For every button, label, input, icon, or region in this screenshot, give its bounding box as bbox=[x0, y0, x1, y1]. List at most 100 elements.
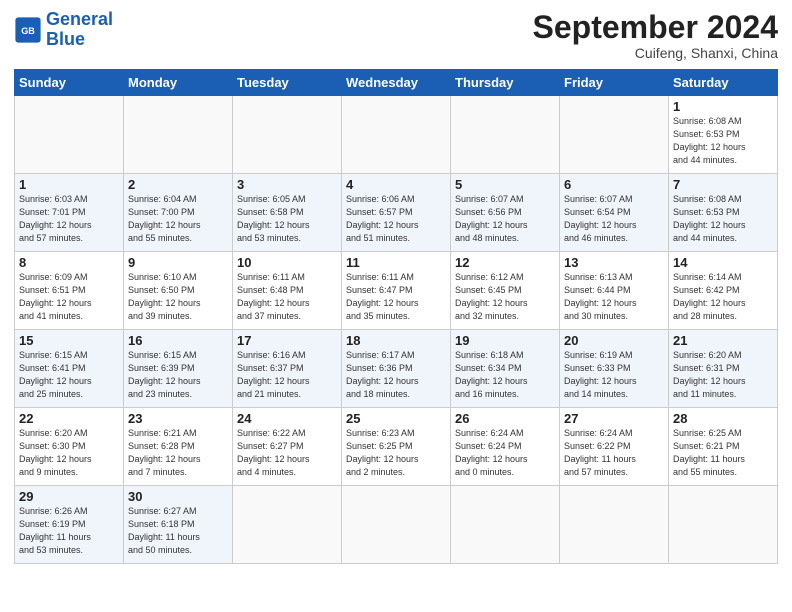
calendar-cell: 30Sunrise: 6:27 AMSunset: 6:18 PMDayligh… bbox=[124, 486, 233, 564]
calendar-cell: 1Sunrise: 6:03 AMSunset: 7:01 PMDaylight… bbox=[15, 174, 124, 252]
calendar-cell: 27Sunrise: 6:24 AMSunset: 6:22 PMDayligh… bbox=[560, 408, 669, 486]
calendar-cell: 19Sunrise: 6:18 AMSunset: 6:34 PMDayligh… bbox=[451, 330, 560, 408]
day-number: 21 bbox=[673, 333, 773, 348]
location: Cuifeng, Shanxi, China bbox=[533, 45, 778, 61]
calendar-container: GB GeneralBlue September 2024 Cuifeng, S… bbox=[0, 0, 792, 572]
cell-info: Sunrise: 6:11 AMSunset: 6:48 PMDaylight:… bbox=[237, 271, 337, 323]
cell-info: Sunrise: 6:07 AMSunset: 6:56 PMDaylight:… bbox=[455, 193, 555, 245]
calendar-cell: 1Sunrise: 6:08 AMSunset: 6:53 PMDaylight… bbox=[669, 96, 778, 174]
day-header-sunday: Sunday bbox=[15, 70, 124, 96]
day-number: 20 bbox=[564, 333, 664, 348]
cell-info: Sunrise: 6:08 AMSunset: 6:53 PMDaylight:… bbox=[673, 193, 773, 245]
day-header-tuesday: Tuesday bbox=[233, 70, 342, 96]
cell-info: Sunrise: 6:21 AMSunset: 6:28 PMDaylight:… bbox=[128, 427, 228, 479]
cell-info: Sunrise: 6:15 AMSunset: 6:39 PMDaylight:… bbox=[128, 349, 228, 401]
cell-info: Sunrise: 6:14 AMSunset: 6:42 PMDaylight:… bbox=[673, 271, 773, 323]
logo-icon: GB bbox=[14, 16, 42, 44]
day-number: 6 bbox=[564, 177, 664, 192]
day-number: 19 bbox=[455, 333, 555, 348]
cell-info: Sunrise: 6:05 AMSunset: 6:58 PMDaylight:… bbox=[237, 193, 337, 245]
cell-info: Sunrise: 6:11 AMSunset: 6:47 PMDaylight:… bbox=[346, 271, 446, 323]
calendar-cell: 18Sunrise: 6:17 AMSunset: 6:36 PMDayligh… bbox=[342, 330, 451, 408]
calendar-cell: 7Sunrise: 6:08 AMSunset: 6:53 PMDaylight… bbox=[669, 174, 778, 252]
calendar-cell bbox=[451, 486, 560, 564]
calendar-cell: 11Sunrise: 6:11 AMSunset: 6:47 PMDayligh… bbox=[342, 252, 451, 330]
day-number: 14 bbox=[673, 255, 773, 270]
day-number: 23 bbox=[128, 411, 228, 426]
day-number: 29 bbox=[19, 489, 119, 504]
calendar-cell: 12Sunrise: 6:12 AMSunset: 6:45 PMDayligh… bbox=[451, 252, 560, 330]
day-header-saturday: Saturday bbox=[669, 70, 778, 96]
calendar-cell bbox=[560, 96, 669, 174]
calendar-cell: 26Sunrise: 6:24 AMSunset: 6:24 PMDayligh… bbox=[451, 408, 560, 486]
cell-info: Sunrise: 6:20 AMSunset: 6:31 PMDaylight:… bbox=[673, 349, 773, 401]
day-number: 2 bbox=[128, 177, 228, 192]
day-number: 7 bbox=[673, 177, 773, 192]
calendar-cell: 17Sunrise: 6:16 AMSunset: 6:37 PMDayligh… bbox=[233, 330, 342, 408]
day-number: 4 bbox=[346, 177, 446, 192]
cell-info: Sunrise: 6:19 AMSunset: 6:33 PMDaylight:… bbox=[564, 349, 664, 401]
calendar-cell: 16Sunrise: 6:15 AMSunset: 6:39 PMDayligh… bbox=[124, 330, 233, 408]
calendar-cell: 9Sunrise: 6:10 AMSunset: 6:50 PMDaylight… bbox=[124, 252, 233, 330]
cell-info: Sunrise: 6:08 AMSunset: 6:53 PMDaylight:… bbox=[673, 115, 773, 167]
calendar-cell: 3Sunrise: 6:05 AMSunset: 6:58 PMDaylight… bbox=[233, 174, 342, 252]
calendar-cell bbox=[342, 486, 451, 564]
cell-info: Sunrise: 6:04 AMSunset: 7:00 PMDaylight:… bbox=[128, 193, 228, 245]
calendar-cell: 10Sunrise: 6:11 AMSunset: 6:48 PMDayligh… bbox=[233, 252, 342, 330]
cell-info: Sunrise: 6:09 AMSunset: 6:51 PMDaylight:… bbox=[19, 271, 119, 323]
cell-info: Sunrise: 6:27 AMSunset: 6:18 PMDaylight:… bbox=[128, 505, 228, 557]
day-number: 13 bbox=[564, 255, 664, 270]
calendar-cell bbox=[124, 96, 233, 174]
day-number: 5 bbox=[455, 177, 555, 192]
cell-info: Sunrise: 6:16 AMSunset: 6:37 PMDaylight:… bbox=[237, 349, 337, 401]
calendar-cell: 28Sunrise: 6:25 AMSunset: 6:21 PMDayligh… bbox=[669, 408, 778, 486]
calendar-cell bbox=[669, 486, 778, 564]
day-number: 17 bbox=[237, 333, 337, 348]
cell-info: Sunrise: 6:06 AMSunset: 6:57 PMDaylight:… bbox=[346, 193, 446, 245]
day-header-thursday: Thursday bbox=[451, 70, 560, 96]
calendar-cell: 29Sunrise: 6:26 AMSunset: 6:19 PMDayligh… bbox=[15, 486, 124, 564]
day-number: 12 bbox=[455, 255, 555, 270]
logo-text: GeneralBlue bbox=[46, 10, 113, 50]
logo: GB GeneralBlue bbox=[14, 10, 113, 50]
day-number: 15 bbox=[19, 333, 119, 348]
title-area: September 2024 Cuifeng, Shanxi, China bbox=[533, 10, 778, 61]
cell-info: Sunrise: 6:18 AMSunset: 6:34 PMDaylight:… bbox=[455, 349, 555, 401]
calendar-cell: 24Sunrise: 6:22 AMSunset: 6:27 PMDayligh… bbox=[233, 408, 342, 486]
calendar-cell: 4Sunrise: 6:06 AMSunset: 6:57 PMDaylight… bbox=[342, 174, 451, 252]
calendar-cell: 6Sunrise: 6:07 AMSunset: 6:54 PMDaylight… bbox=[560, 174, 669, 252]
calendar-cell bbox=[233, 96, 342, 174]
svg-text:GB: GB bbox=[21, 26, 35, 36]
day-number: 1 bbox=[673, 99, 773, 114]
day-number: 9 bbox=[128, 255, 228, 270]
cell-info: Sunrise: 6:22 AMSunset: 6:27 PMDaylight:… bbox=[237, 427, 337, 479]
day-number: 24 bbox=[237, 411, 337, 426]
day-number: 1 bbox=[19, 177, 119, 192]
calendar-cell: 21Sunrise: 6:20 AMSunset: 6:31 PMDayligh… bbox=[669, 330, 778, 408]
calendar-cell bbox=[560, 486, 669, 564]
calendar-cell: 8Sunrise: 6:09 AMSunset: 6:51 PMDaylight… bbox=[15, 252, 124, 330]
calendar-cell bbox=[342, 96, 451, 174]
day-number: 18 bbox=[346, 333, 446, 348]
day-number: 30 bbox=[128, 489, 228, 504]
calendar-cell: 15Sunrise: 6:15 AMSunset: 6:41 PMDayligh… bbox=[15, 330, 124, 408]
cell-info: Sunrise: 6:17 AMSunset: 6:36 PMDaylight:… bbox=[346, 349, 446, 401]
cell-info: Sunrise: 6:13 AMSunset: 6:44 PMDaylight:… bbox=[564, 271, 664, 323]
calendar-cell: 22Sunrise: 6:20 AMSunset: 6:30 PMDayligh… bbox=[15, 408, 124, 486]
calendar-cell: 2Sunrise: 6:04 AMSunset: 7:00 PMDaylight… bbox=[124, 174, 233, 252]
cell-info: Sunrise: 6:12 AMSunset: 6:45 PMDaylight:… bbox=[455, 271, 555, 323]
calendar-cell: 20Sunrise: 6:19 AMSunset: 6:33 PMDayligh… bbox=[560, 330, 669, 408]
cell-info: Sunrise: 6:20 AMSunset: 6:30 PMDaylight:… bbox=[19, 427, 119, 479]
day-number: 26 bbox=[455, 411, 555, 426]
cell-info: Sunrise: 6:23 AMSunset: 6:25 PMDaylight:… bbox=[346, 427, 446, 479]
day-number: 25 bbox=[346, 411, 446, 426]
cell-info: Sunrise: 6:25 AMSunset: 6:21 PMDaylight:… bbox=[673, 427, 773, 479]
day-number: 11 bbox=[346, 255, 446, 270]
cell-info: Sunrise: 6:07 AMSunset: 6:54 PMDaylight:… bbox=[564, 193, 664, 245]
calendar-cell bbox=[233, 486, 342, 564]
cell-info: Sunrise: 6:15 AMSunset: 6:41 PMDaylight:… bbox=[19, 349, 119, 401]
day-number: 3 bbox=[237, 177, 337, 192]
calendar-cell: 13Sunrise: 6:13 AMSunset: 6:44 PMDayligh… bbox=[560, 252, 669, 330]
day-number: 8 bbox=[19, 255, 119, 270]
calendar-cell bbox=[451, 96, 560, 174]
